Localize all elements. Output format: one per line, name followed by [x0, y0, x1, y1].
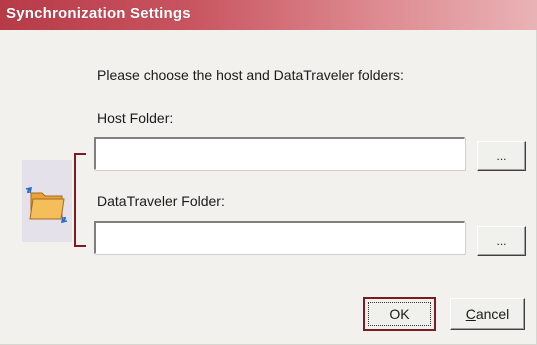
ok-button[interactable]: OK: [363, 297, 436, 331]
dialog-title: Synchronization Settings: [6, 5, 191, 22]
ok-button-label: OK: [389, 306, 410, 322]
cancel-button-label: Cancel: [451, 306, 524, 322]
folder-sync-icon: [22, 160, 72, 242]
sync-settings-dialog: Synchronization Settings Please choose t…: [0, 0, 537, 345]
datatraveler-folder-label: DataTraveler Folder:: [97, 193, 225, 209]
datatraveler-folder-input[interactable]: [94, 221, 465, 254]
folder-pair-bracket: [74, 153, 86, 247]
title-bar[interactable]: Synchronization Settings: [0, 0, 537, 30]
cancel-label-rest: ancel: [475, 306, 510, 322]
host-folder-label: Host Folder:: [97, 110, 174, 126]
cancel-button[interactable]: Cancel: [450, 298, 525, 330]
datatraveler-folder-browse-button[interactable]: ...: [477, 226, 526, 256]
host-folder-browse-button[interactable]: ...: [477, 141, 526, 171]
host-folder-input[interactable]: [94, 137, 465, 170]
instruction-text: Please choose the host and DataTraveler …: [97, 67, 404, 83]
cancel-mnemonic: C: [465, 306, 476, 322]
